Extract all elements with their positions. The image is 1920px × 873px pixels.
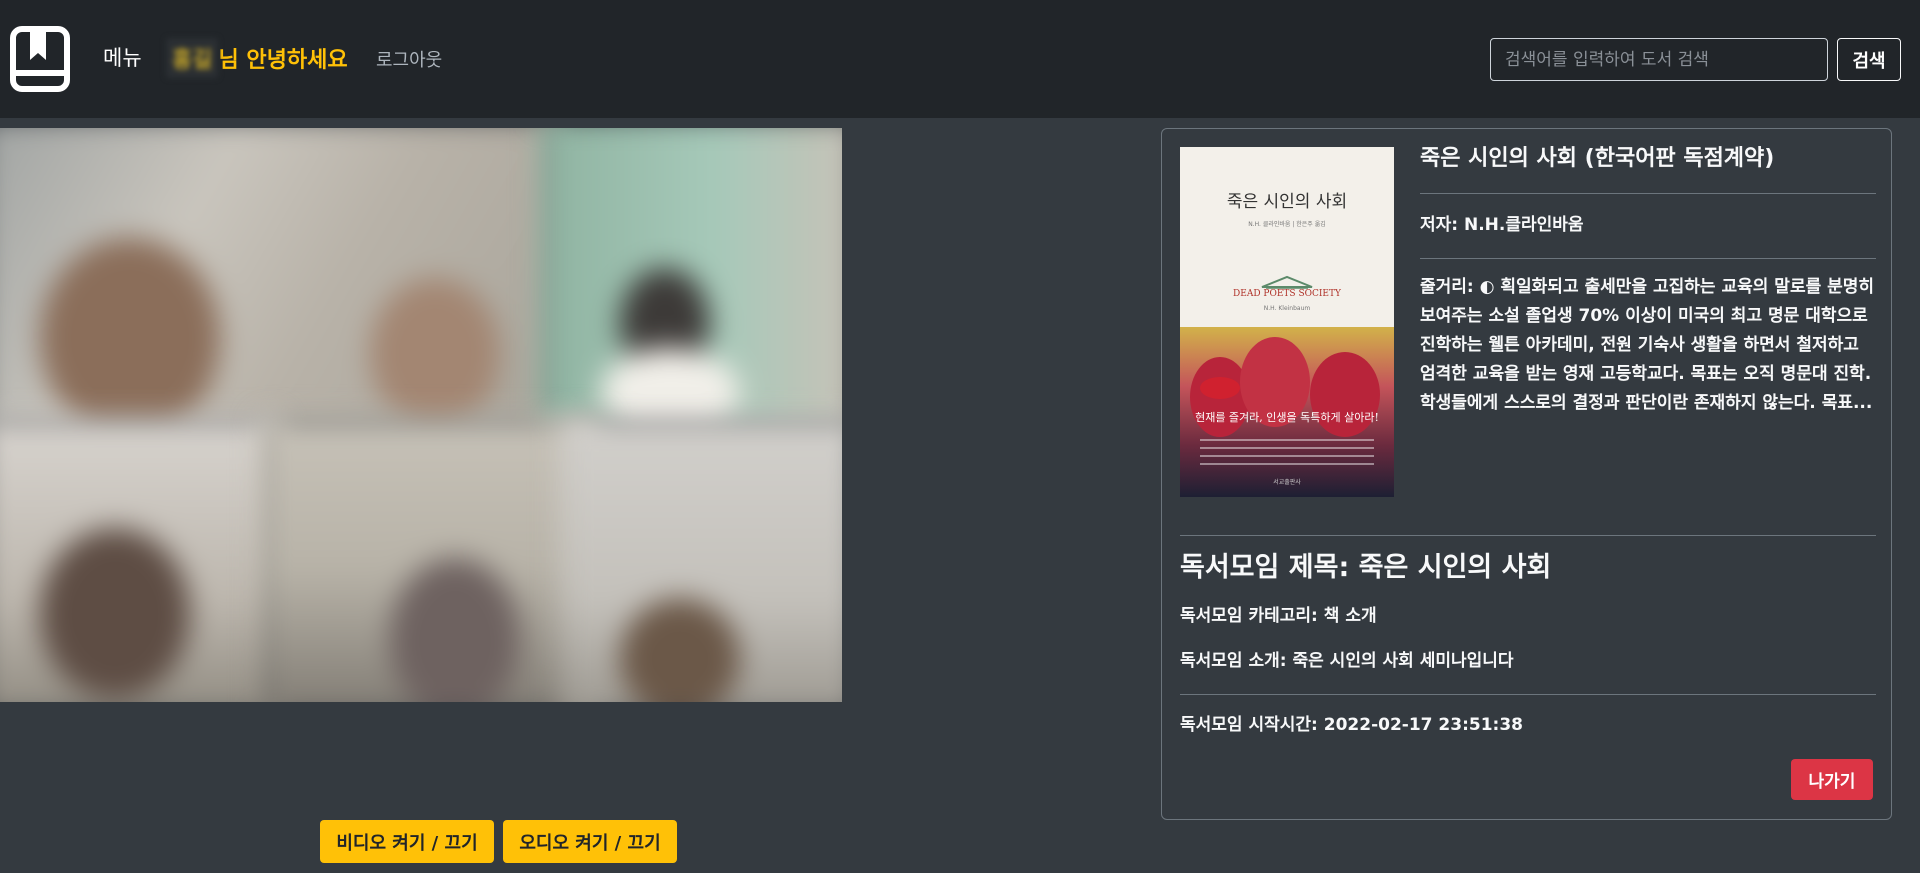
participant-video: [540, 128, 842, 428]
cover-text-line: [1200, 455, 1374, 457]
divider: [1180, 694, 1876, 695]
leave-button[interactable]: 나가기: [1791, 759, 1873, 800]
cover-text-line: [1200, 439, 1374, 441]
user-name: 홍길: [166, 38, 219, 78]
cover-publisher: 서교출판사: [1273, 479, 1301, 486]
participant-video: [0, 418, 280, 702]
participant-video: [260, 418, 600, 702]
cover-subtitle: N.H. 클라인바움 | 한은주 옮김: [1248, 221, 1326, 228]
book-bookmark-icon[interactable]: [10, 26, 70, 92]
cover-text-line: [1200, 463, 1374, 465]
cover-author: N.H. Kleinbaum: [1263, 305, 1311, 312]
divider: [1180, 535, 1876, 536]
participant-video: [560, 418, 842, 702]
meeting-title: 독서모임 제목: 죽은 시인의 사회: [1180, 552, 1552, 583]
book-author: 저자: N.H.클라인바움: [1420, 215, 1584, 235]
book-search-input[interactable]: [1490, 38, 1828, 81]
top-navbar: 메뉴 홍길 님 안녕하세요 로그아웃 검색: [0, 0, 1920, 118]
video-toggle-button[interactable]: 비디오 켜기 / 끄기: [320, 820, 494, 863]
search-button[interactable]: 검색: [1837, 38, 1901, 81]
cover-text-line: [1200, 447, 1374, 449]
cover-badge: [1200, 377, 1240, 399]
divider: [1420, 258, 1876, 259]
building-roof-icon: [1261, 275, 1313, 289]
book-synopsis: 줄거리: ◐ 획일화되고 출세만을 고집하는 교육의 말로를 분명히 보여주는 …: [1420, 277, 1875, 413]
participant-video: [0, 128, 560, 428]
divider: [1420, 193, 1876, 194]
cover-photo: 현재를 즐겨라, 인생을 독특하게 살아라! 서교출판사: [1180, 327, 1394, 497]
logout-link[interactable]: 로그아웃: [376, 46, 442, 72]
meeting-info-card: 죽은 시인의 사회 N.H. 클라인바움 | 한은주 옮김 DEAD POETS…: [1161, 128, 1892, 820]
cover-title: 죽은 시인의 사회: [1226, 192, 1348, 212]
book-title: 죽은 시인의 사회 (한국어판 독점계약): [1420, 146, 1775, 171]
meeting-intro: 독서모임 소개: 죽은 시인의 사회 세미나입니다: [1180, 651, 1514, 671]
meeting-start-time: 독서모임 시작시간: 2022-02-17 23:51:38: [1180, 715, 1523, 735]
menu-link[interactable]: 메뉴: [103, 44, 142, 72]
user-greeting: 홍길 님 안녕하세요: [166, 38, 348, 78]
audio-toggle-button[interactable]: 오디오 켜기 / 끄기: [503, 820, 677, 863]
greeting-text: 님 안녕하세요: [218, 48, 348, 73]
meeting-category: 독서모임 카테고리: 책 소개: [1180, 606, 1377, 626]
cover-slogan: 현재를 즐겨라, 인생을 독특하게 살아라!: [1195, 411, 1379, 424]
book-cover-image: 죽은 시인의 사회 N.H. 클라인바움 | 한은주 옮김 DEAD POETS…: [1180, 147, 1394, 497]
cover-english-title: DEAD POETS SOCIETY: [1233, 289, 1341, 299]
video-grid: [0, 128, 842, 702]
